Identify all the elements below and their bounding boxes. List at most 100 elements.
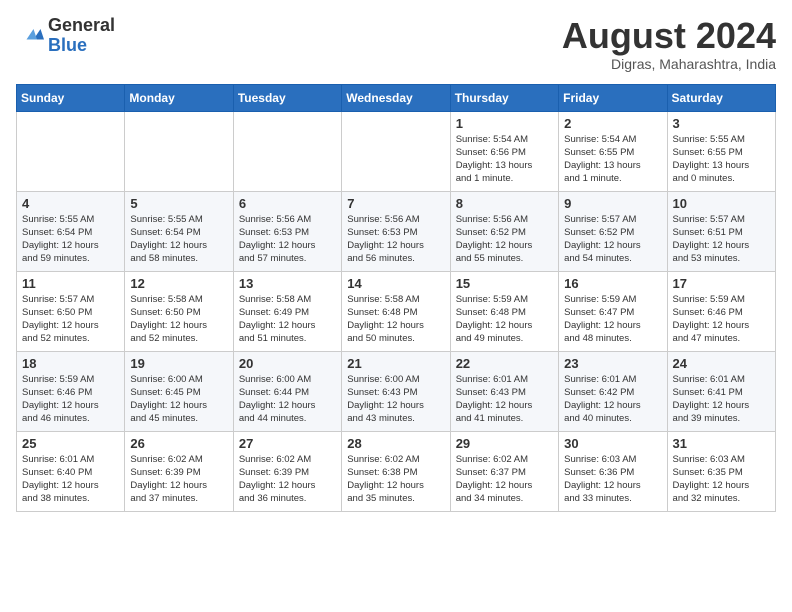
calendar-cell: 25 Sunrise: 6:01 AM Sunset: 6:40 PM Dayli… — [17, 431, 125, 511]
day-number: 21 — [347, 356, 444, 371]
day-number: 10 — [673, 196, 770, 211]
day-info: Sunrise: 5:58 AM Sunset: 6:50 PM Dayligh… — [130, 293, 227, 346]
calendar-table: SundayMondayTuesdayWednesdayThursdayFrid… — [16, 84, 776, 512]
calendar-header-sunday: Sunday — [17, 84, 125, 111]
day-info: Sunrise: 5:57 AM Sunset: 6:50 PM Dayligh… — [22, 293, 119, 346]
calendar-cell: 24 Sunrise: 6:01 AM Sunset: 6:41 PM Dayli… — [667, 351, 775, 431]
day-number: 31 — [673, 436, 770, 451]
calendar-header-monday: Monday — [125, 84, 233, 111]
location-subtitle: Digras, Maharashtra, India — [562, 56, 776, 72]
calendar-cell: 8 Sunrise: 5:56 AM Sunset: 6:52 PM Daylig… — [450, 191, 558, 271]
day-info: Sunrise: 5:59 AM Sunset: 6:47 PM Dayligh… — [564, 293, 661, 346]
day-number: 24 — [673, 356, 770, 371]
day-number: 8 — [456, 196, 553, 211]
calendar-cell — [233, 111, 341, 191]
calendar-cell: 20Sunrise: 6:00 AM Sunset: 6:44 PM Dayli… — [233, 351, 341, 431]
day-info: Sunrise: 6:03 AM Sunset: 6:36 PM Dayligh… — [564, 453, 661, 506]
calendar-cell: 6Sunrise: 5:56 AM Sunset: 6:53 PM Daylig… — [233, 191, 341, 271]
day-number: 28 — [347, 436, 444, 451]
title-block: August 2024 Digras, Maharashtra, India — [562, 16, 776, 72]
day-info: Sunrise: 6:00 AM Sunset: 6:43 PM Dayligh… — [347, 373, 444, 426]
day-number: 16 — [564, 276, 661, 291]
calendar-cell: 19Sunrise: 6:00 AM Sunset: 6:45 PM Dayli… — [125, 351, 233, 431]
calendar-cell: 21 Sunrise: 6:00 AM Sunset: 6:43 PM Dayli… — [342, 351, 450, 431]
day-number: 25 — [22, 436, 119, 451]
day-number: 29 — [456, 436, 553, 451]
calendar-cell: 26 Sunrise: 6:02 AM Sunset: 6:39 PM Dayli… — [125, 431, 233, 511]
calendar-week-1: 1 Sunrise: 5:54 AM Sunset: 6:56 PM Daylig… — [17, 111, 776, 191]
calendar-cell: 18 Sunrise: 5:59 AM Sunset: 6:46 PM Dayli… — [17, 351, 125, 431]
day-info: Sunrise: 5:55 AM Sunset: 6:55 PM Dayligh… — [673, 133, 770, 186]
day-info: Sunrise: 5:54 AM Sunset: 6:55 PM Dayligh… — [564, 133, 661, 186]
logo-text: General Blue — [48, 16, 115, 56]
day-number: 2 — [564, 116, 661, 131]
day-info: Sunrise: 6:03 AM Sunset: 6:35 PM Dayligh… — [673, 453, 770, 506]
day-info: Sunrise: 5:57 AM Sunset: 6:52 PM Dayligh… — [564, 213, 661, 266]
calendar-header-thursday: Thursday — [450, 84, 558, 111]
day-info: Sunrise: 5:56 AM Sunset: 6:52 PM Dayligh… — [456, 213, 553, 266]
calendar-cell: 10Sunrise: 5:57 AM Sunset: 6:51 PM Dayli… — [667, 191, 775, 271]
day-info: Sunrise: 6:00 AM Sunset: 6:45 PM Dayligh… — [130, 373, 227, 426]
calendar-week-4: 18 Sunrise: 5:59 AM Sunset: 6:46 PM Dayli… — [17, 351, 776, 431]
day-number: 14 — [347, 276, 444, 291]
day-number: 3 — [673, 116, 770, 131]
day-number: 12 — [130, 276, 227, 291]
day-info: Sunrise: 6:01 AM Sunset: 6:42 PM Dayligh… — [564, 373, 661, 426]
day-number: 23 — [564, 356, 661, 371]
day-number: 4 — [22, 196, 119, 211]
day-info: Sunrise: 6:02 AM Sunset: 6:37 PM Dayligh… — [456, 453, 553, 506]
logo: General Blue — [16, 16, 115, 56]
logo-general: General — [48, 16, 115, 36]
calendar-header-friday: Friday — [559, 84, 667, 111]
calendar-cell: 14 Sunrise: 5:58 AM Sunset: 6:48 PM Dayli… — [342, 271, 450, 351]
day-info: Sunrise: 6:02 AM Sunset: 6:39 PM Dayligh… — [130, 453, 227, 506]
day-info: Sunrise: 5:59 AM Sunset: 6:46 PM Dayligh… — [673, 293, 770, 346]
day-number: 17 — [673, 276, 770, 291]
day-info: Sunrise: 5:55 AM Sunset: 6:54 PM Dayligh… — [22, 213, 119, 266]
day-info: Sunrise: 5:59 AM Sunset: 6:46 PM Dayligh… — [22, 373, 119, 426]
calendar-cell: 3 Sunrise: 5:55 AM Sunset: 6:55 PM Daylig… — [667, 111, 775, 191]
calendar-cell: 15 Sunrise: 5:59 AM Sunset: 6:48 PM Dayli… — [450, 271, 558, 351]
calendar-cell: 23 Sunrise: 6:01 AM Sunset: 6:42 PM Dayli… — [559, 351, 667, 431]
day-info: Sunrise: 5:58 AM Sunset: 6:48 PM Dayligh… — [347, 293, 444, 346]
day-info: Sunrise: 5:55 AM Sunset: 6:54 PM Dayligh… — [130, 213, 227, 266]
calendar-header-wednesday: Wednesday — [342, 84, 450, 111]
day-info: Sunrise: 6:02 AM Sunset: 6:38 PM Dayligh… — [347, 453, 444, 506]
calendar-cell: 12 Sunrise: 5:58 AM Sunset: 6:50 PM Dayli… — [125, 271, 233, 351]
day-number: 26 — [130, 436, 227, 451]
calendar-header-tuesday: Tuesday — [233, 84, 341, 111]
calendar-cell: 22Sunrise: 6:01 AM Sunset: 6:43 PM Dayli… — [450, 351, 558, 431]
day-number: 30 — [564, 436, 661, 451]
day-number: 6 — [239, 196, 336, 211]
calendar-week-3: 11 Sunrise: 5:57 AM Sunset: 6:50 PM Dayli… — [17, 271, 776, 351]
calendar-cell: 5Sunrise: 5:55 AM Sunset: 6:54 PM Daylig… — [125, 191, 233, 271]
calendar-cell: 7 Sunrise: 5:56 AM Sunset: 6:53 PM Daylig… — [342, 191, 450, 271]
day-number: 22 — [456, 356, 553, 371]
day-number: 1 — [456, 116, 553, 131]
calendar-week-5: 25 Sunrise: 6:01 AM Sunset: 6:40 PM Dayli… — [17, 431, 776, 511]
day-number: 15 — [456, 276, 553, 291]
day-info: Sunrise: 6:01 AM Sunset: 6:41 PM Dayligh… — [673, 373, 770, 426]
day-number: 20 — [239, 356, 336, 371]
day-info: Sunrise: 6:01 AM Sunset: 6:40 PM Dayligh… — [22, 453, 119, 506]
calendar-cell: 4 Sunrise: 5:55 AM Sunset: 6:54 PM Daylig… — [17, 191, 125, 271]
calendar-cell: 27Sunrise: 6:02 AM Sunset: 6:39 PM Dayli… — [233, 431, 341, 511]
day-info: Sunrise: 5:54 AM Sunset: 6:56 PM Dayligh… — [456, 133, 553, 186]
day-number: 18 — [22, 356, 119, 371]
month-title: August 2024 — [562, 16, 776, 56]
day-number: 7 — [347, 196, 444, 211]
calendar-week-2: 4 Sunrise: 5:55 AM Sunset: 6:54 PM Daylig… — [17, 191, 776, 271]
calendar-cell: 17 Sunrise: 5:59 AM Sunset: 6:46 PM Dayli… — [667, 271, 775, 351]
day-info: Sunrise: 5:56 AM Sunset: 6:53 PM Dayligh… — [347, 213, 444, 266]
calendar-cell: 28 Sunrise: 6:02 AM Sunset: 6:38 PM Dayli… — [342, 431, 450, 511]
logo-blue: Blue — [48, 36, 115, 56]
logo-icon — [16, 22, 44, 50]
day-info: Sunrise: 5:59 AM Sunset: 6:48 PM Dayligh… — [456, 293, 553, 346]
calendar-cell: 29 Sunrise: 6:02 AM Sunset: 6:37 PM Dayli… — [450, 431, 558, 511]
day-number: 11 — [22, 276, 119, 291]
calendar-header-row: SundayMondayTuesdayWednesdayThursdayFrid… — [17, 84, 776, 111]
calendar-cell: 9Sunrise: 5:57 AM Sunset: 6:52 PM Daylig… — [559, 191, 667, 271]
day-info: Sunrise: 6:02 AM Sunset: 6:39 PM Dayligh… — [239, 453, 336, 506]
calendar-cell: 2 Sunrise: 5:54 AM Sunset: 6:55 PM Daylig… — [559, 111, 667, 191]
calendar-cell — [17, 111, 125, 191]
